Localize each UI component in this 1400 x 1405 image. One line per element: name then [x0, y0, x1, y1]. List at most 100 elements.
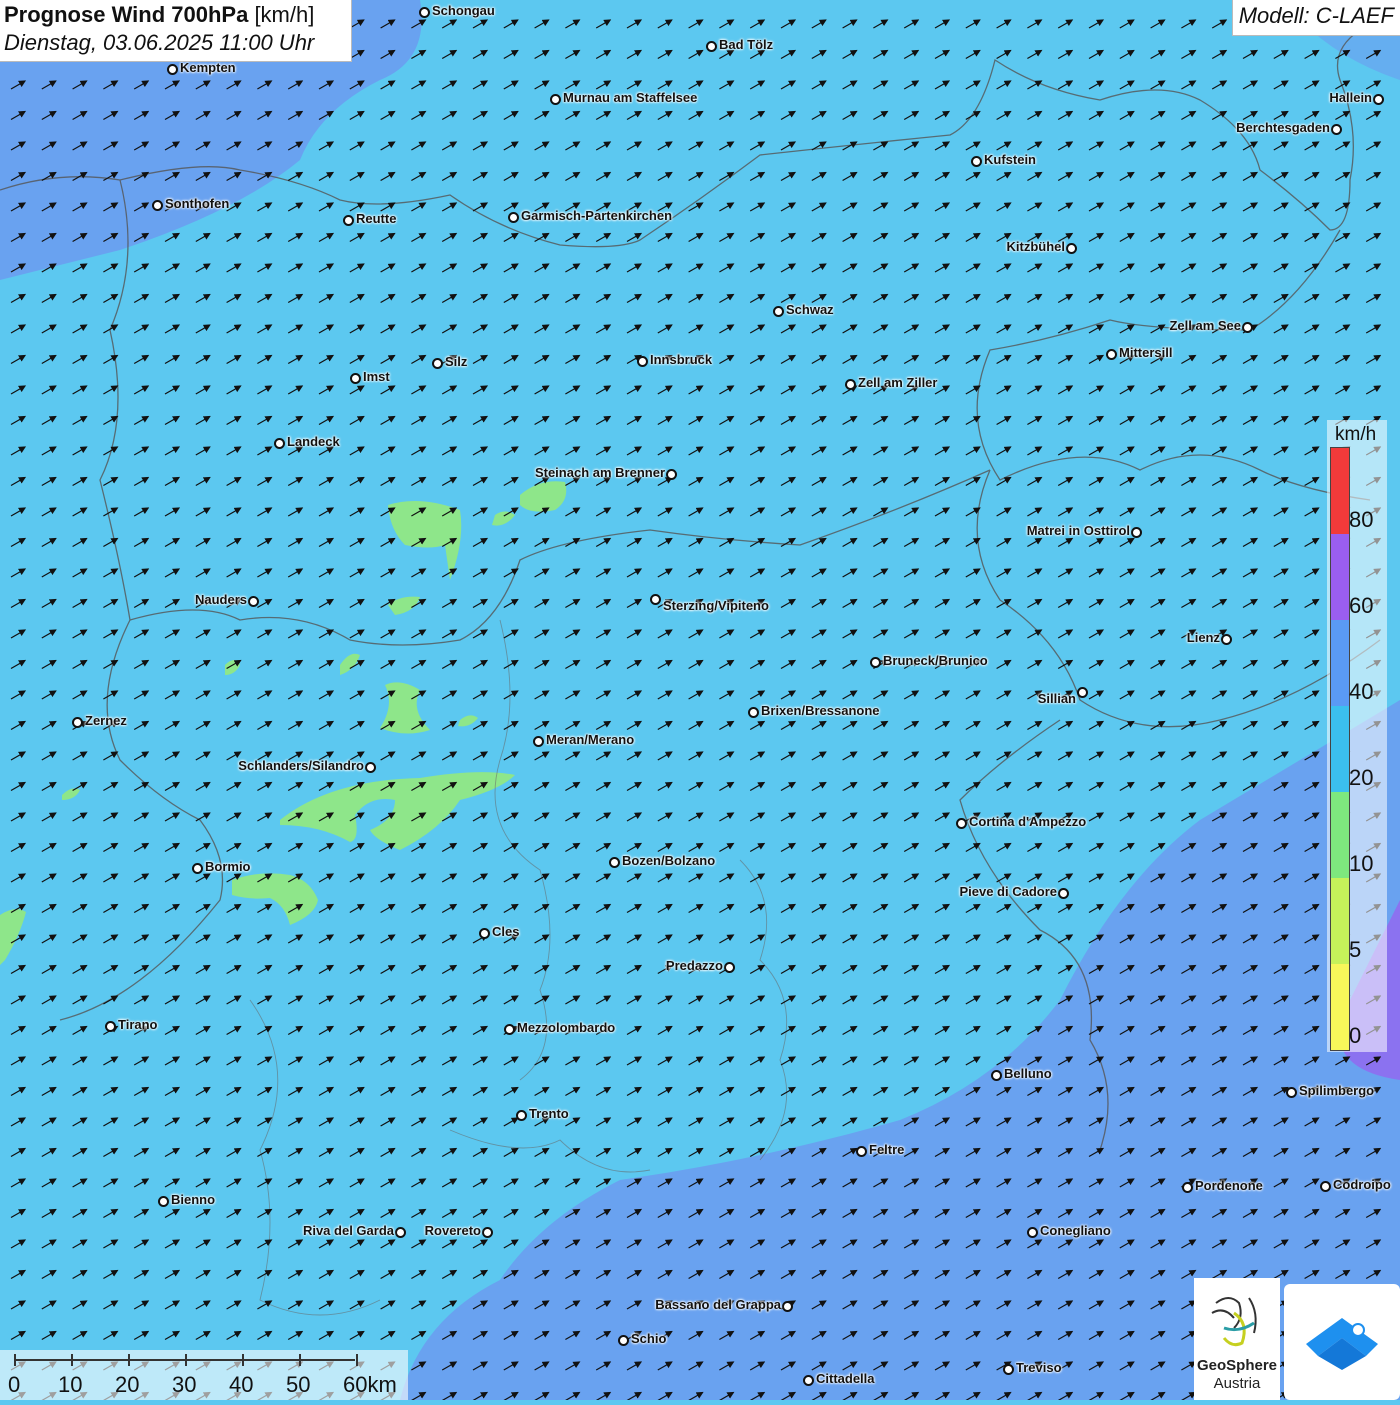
city-label[interactable]: Kufstein [984, 152, 1036, 167]
city-marker[interactable] [748, 707, 759, 718]
city-marker[interactable] [666, 469, 677, 480]
city-label[interactable]: Innsbruck [650, 352, 712, 367]
city-label[interactable]: Matrei in Osttirol [1027, 523, 1130, 538]
city-marker[interactable] [395, 1227, 406, 1238]
city-marker[interactable] [516, 1110, 527, 1121]
city-marker[interactable] [845, 379, 856, 390]
city-label[interactable]: Bruneck/Brunico [883, 653, 988, 668]
city-marker[interactable] [724, 962, 735, 973]
city-label[interactable]: Schwaz [786, 302, 834, 317]
city-label[interactable]: Lienz [1187, 630, 1220, 645]
city-label[interactable]: Reutte [356, 211, 396, 226]
city-label[interactable]: Hallein [1329, 90, 1372, 105]
city-marker[interactable] [508, 212, 519, 223]
city-label[interactable]: Trento [529, 1106, 569, 1121]
city-label[interactable]: Pordenone [1195, 1178, 1263, 1193]
city-marker[interactable] [637, 356, 648, 367]
city-marker[interactable] [419, 7, 430, 18]
city-label[interactable]: Bienno [171, 1192, 215, 1207]
city-marker[interactable] [782, 1301, 793, 1312]
city-marker[interactable] [533, 736, 544, 747]
city-marker[interactable] [956, 818, 967, 829]
city-label[interactable]: Belluno [1004, 1066, 1052, 1081]
city-label[interactable]: Bozen/Bolzano [622, 853, 715, 868]
city-label[interactable]: Cortina d'Ampezzo [969, 814, 1086, 829]
weather-app-logo[interactable] [1284, 1284, 1400, 1400]
city-label[interactable]: Mittersill [1119, 345, 1172, 360]
city-label[interactable]: Berchtesgaden [1236, 120, 1330, 135]
city-marker[interactable] [803, 1375, 814, 1386]
city-marker[interactable] [482, 1227, 493, 1238]
city-label[interactable]: Steinach am Brenner [535, 465, 665, 480]
city-marker[interactable] [1373, 94, 1384, 105]
city-label[interactable]: Brixen/Bressanone [761, 703, 880, 718]
city-label[interactable]: Zernez [85, 713, 127, 728]
city-label[interactable]: Pieve di Cadore [959, 884, 1057, 899]
city-marker[interactable] [72, 717, 83, 728]
city-label[interactable]: Sillian [1038, 691, 1076, 706]
city-label[interactable]: Bad Tölz [719, 37, 773, 52]
city-label[interactable]: Zell am Ziller [858, 375, 937, 390]
city-label[interactable]: Spilimbergo [1299, 1083, 1374, 1098]
city-label[interactable]: Riva del Garda [303, 1223, 394, 1238]
city-label[interactable]: Bormio [205, 859, 251, 874]
city-label[interactable]: Zell am See [1169, 318, 1241, 333]
city-label[interactable]: Codroipo [1333, 1177, 1391, 1192]
city-marker[interactable] [479, 928, 490, 939]
city-label[interactable]: Rovereto [425, 1223, 481, 1238]
city-marker[interactable] [105, 1021, 116, 1032]
city-marker[interactable] [650, 594, 661, 605]
city-marker[interactable] [1331, 124, 1342, 135]
city-marker[interactable] [856, 1146, 867, 1157]
city-marker[interactable] [504, 1024, 515, 1035]
city-marker[interactable] [618, 1335, 629, 1346]
city-label[interactable]: Sonthofen [165, 196, 229, 211]
city-marker[interactable] [1242, 322, 1253, 333]
city-label[interactable]: Mezzolombardo [517, 1020, 615, 1035]
city-marker[interactable] [1182, 1182, 1193, 1193]
city-label[interactable]: Cittadella [816, 1371, 875, 1386]
city-label[interactable]: Treviso [1016, 1360, 1062, 1375]
city-label[interactable]: Kitzbühel [1007, 239, 1066, 254]
city-marker[interactable] [343, 215, 354, 226]
city-marker[interactable] [274, 438, 285, 449]
city-label[interactable]: Schio [631, 1331, 666, 1346]
city-marker[interactable] [350, 373, 361, 384]
city-marker[interactable] [1106, 349, 1117, 360]
city-label[interactable]: Predazzo [666, 958, 723, 973]
city-marker[interactable] [365, 762, 376, 773]
city-marker[interactable] [1131, 527, 1142, 538]
city-marker[interactable] [550, 94, 561, 105]
city-marker[interactable] [192, 863, 203, 874]
city-marker[interactable] [1320, 1181, 1331, 1192]
city-label[interactable]: Silz [445, 354, 467, 369]
city-marker[interactable] [158, 1196, 169, 1207]
city-label[interactable]: Schongau [432, 3, 495, 18]
city-label[interactable]: Landeck [287, 434, 340, 449]
city-marker[interactable] [152, 200, 163, 211]
city-label[interactable]: Bassano del Grappa [655, 1297, 781, 1312]
city-label[interactable]: Kempten [180, 60, 236, 75]
city-label[interactable]: Sterzing/Vipiteno [663, 598, 769, 613]
city-label[interactable]: Schlanders/Silandro [238, 758, 364, 773]
city-label[interactable]: Imst [363, 369, 390, 384]
city-marker[interactable] [870, 657, 881, 668]
city-marker[interactable] [1027, 1227, 1038, 1238]
city-marker[interactable] [1221, 634, 1232, 645]
city-marker[interactable] [609, 857, 620, 868]
city-label[interactable]: Garmisch-Partenkirchen [521, 208, 672, 223]
city-label[interactable]: Murnau am Staffelsee [563, 90, 697, 105]
city-marker[interactable] [1066, 243, 1077, 254]
city-marker[interactable] [248, 596, 259, 607]
city-marker[interactable] [1077, 687, 1088, 698]
city-label[interactable]: Feltre [869, 1142, 904, 1157]
city-marker[interactable] [991, 1070, 1002, 1081]
city-marker[interactable] [432, 358, 443, 369]
city-label[interactable]: Cles [492, 924, 519, 939]
city-marker[interactable] [1058, 888, 1069, 899]
city-label[interactable]: Conegliano [1040, 1223, 1111, 1238]
city-marker[interactable] [773, 306, 784, 317]
city-marker[interactable] [1003, 1364, 1014, 1375]
city-marker[interactable] [167, 64, 178, 75]
geosphere-logo[interactable]: GeoSphere Austria [1194, 1278, 1280, 1400]
